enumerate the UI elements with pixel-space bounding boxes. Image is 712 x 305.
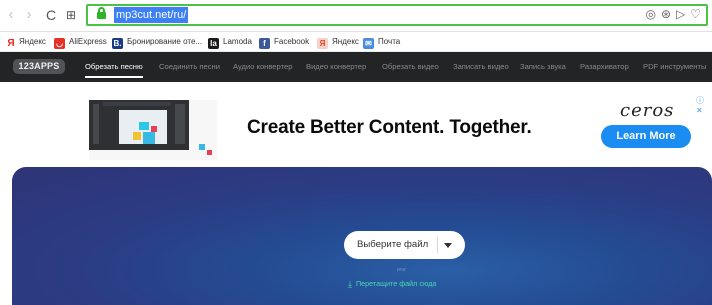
123apps-logo[interactable]: 123APPS: [13, 59, 65, 74]
url-text[interactable]: mp3cut.net/ru/: [114, 7, 189, 23]
browser-toolbar: ‹ › C ⊞ mp3cut.net/ru/ ◎⊛▷♡: [0, 0, 712, 32]
bookmark-label: Facebook: [274, 37, 310, 46]
choose-file-label: Выберите файл: [357, 239, 429, 250]
bookmark-yandex-2[interactable]: Я Яндекс: [317, 35, 359, 49]
yandex-tab-icon: Я: [317, 38, 328, 49]
chevron-down-icon[interactable]: [444, 243, 452, 248]
back-arrow-icon[interactable]: ‹: [2, 6, 20, 24]
bookmark-yandex[interactable]: Я Яндекс: [7, 35, 46, 49]
bookmark-label: Яндекс: [19, 37, 46, 46]
bookmark-label: Почта: [378, 37, 401, 46]
nav-item-record-video[interactable]: Записать видео: [453, 61, 509, 73]
yandex-icon: Я: [7, 38, 15, 49]
booking-icon: B.: [112, 38, 123, 49]
bookmark-facebook[interactable]: f Facebook: [259, 35, 309, 49]
choose-file-button[interactable]: Выберите файл: [344, 231, 465, 259]
bookmark-label: AliExpress: [69, 37, 107, 46]
forward-arrow-icon[interactable]: ›: [20, 6, 38, 24]
app-navigation: 123APPS Обрезать песню Соединить песни А…: [0, 52, 712, 82]
heart-icon[interactable]: ♡: [690, 7, 706, 21]
nav-item-cut-video[interactable]: Обрезать видео: [382, 61, 439, 73]
drop-zone-hint[interactable]: ⤓ Перетащите файл сюда: [348, 279, 436, 290]
ad-headline: Create Better Content. Together.: [247, 117, 532, 138]
nav-item-audio-converter[interactable]: Аудио конвертер: [233, 61, 292, 73]
lock-icon: [97, 7, 106, 20]
nav-item-video-converter[interactable]: Видео конвертер: [306, 61, 366, 73]
learn-more-button[interactable]: Learn More: [601, 125, 691, 148]
or-label: или: [397, 267, 406, 273]
screenshot-icon[interactable]: ◎: [645, 7, 660, 21]
bookmark-label: Яндекс: [332, 37, 359, 46]
divider: [437, 237, 438, 253]
tabs-grid-icon[interactable]: ⊞: [62, 6, 80, 24]
mail-icon: ✉: [363, 38, 374, 49]
address-bar[interactable]: mp3cut.net/ru/ ◎⊛▷♡: [86, 4, 708, 26]
facebook-icon: f: [259, 38, 270, 49]
upload-area: Выберите файл или ⤓ Перетащите файл сюда: [12, 167, 712, 305]
nav-item-pdf-tools[interactable]: PDF инструменты: [643, 61, 706, 73]
reload-icon[interactable]: C: [42, 6, 60, 24]
aliexpress-icon: ◡: [54, 38, 65, 49]
download-icon: ⤓: [348, 279, 352, 289]
bookmark-label: Бронирование оте...: [127, 37, 203, 46]
shield-icon[interactable]: ⊛: [661, 7, 676, 21]
bookmarks-bar: Я Яндекс ◡ AliExpress B. Бронирование оте..…: [0, 32, 712, 52]
nav-item-record-audio[interactable]: Запись звука: [520, 61, 566, 73]
bookmark-booking[interactable]: B. Бронирование оте...: [112, 35, 202, 49]
nav-item-archiver[interactable]: Разархиватор: [580, 61, 629, 73]
bookmark-label: Lamoda: [223, 37, 252, 46]
adchoices-icon[interactable]: ⓘ ✕: [696, 95, 712, 115]
address-bar-actions: ◎⊛▷♡: [645, 7, 706, 21]
drop-label: Перетащите файл сюда: [355, 279, 437, 288]
send-icon[interactable]: ▷: [676, 7, 690, 21]
nav-item-join-songs[interactable]: Соединить песни: [159, 61, 220, 73]
nav-item-cut-song[interactable]: Обрезать песню: [85, 61, 143, 78]
bookmark-aliexpress[interactable]: ◡ AliExpress: [54, 35, 107, 49]
ad-brand-logo: ceros: [620, 100, 675, 121]
ad-image: [89, 100, 217, 160]
bookmark-lamoda[interactable]: la Lamoda: [208, 35, 252, 49]
ad-banner[interactable]: Create Better Content. Together. ceros L…: [0, 82, 712, 166]
bookmark-mail[interactable]: ✉ Почта: [363, 35, 400, 49]
lamoda-icon: la: [208, 38, 219, 49]
